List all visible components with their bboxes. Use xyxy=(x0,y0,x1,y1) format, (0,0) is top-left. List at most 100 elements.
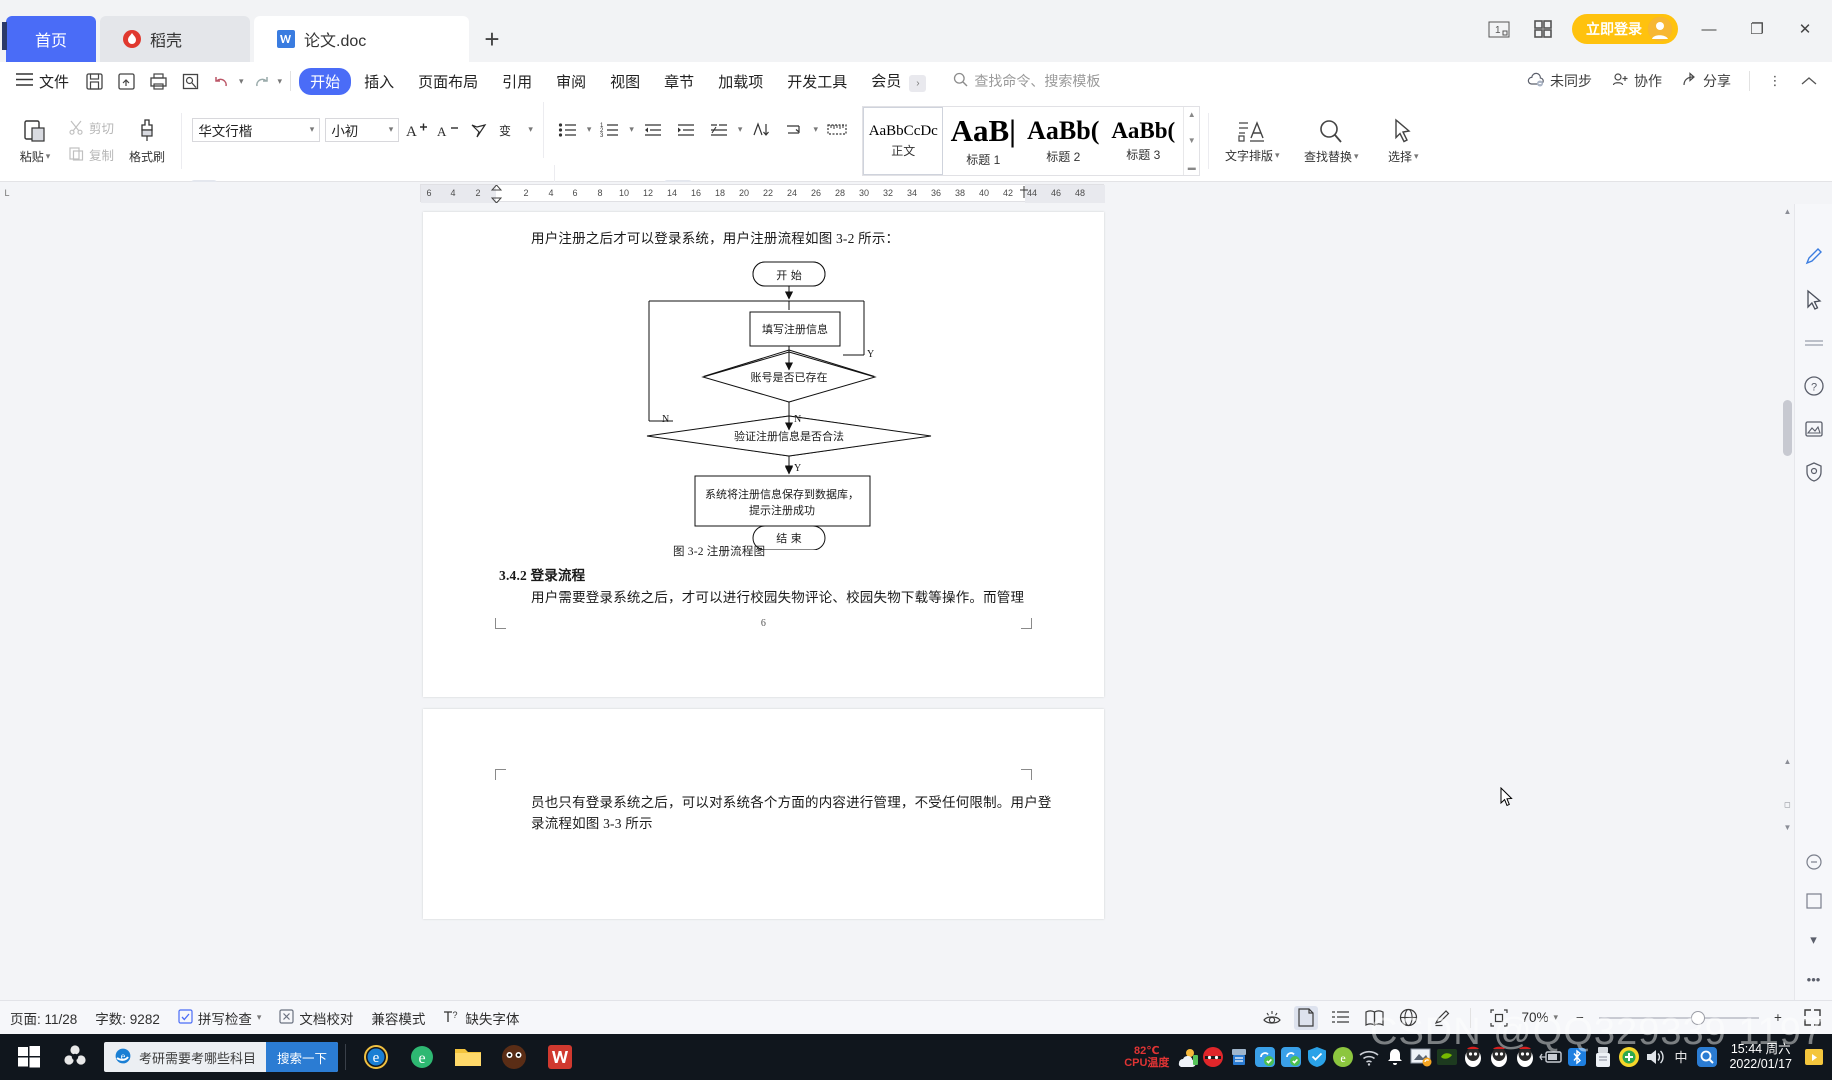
ninja-security-icon[interactable] xyxy=(1201,1045,1225,1069)
tab-document[interactable]: 论文.doc xyxy=(254,16,469,62)
outline-view-button[interactable] xyxy=(1328,1006,1352,1030)
bullet-caret[interactable]: ▾ xyxy=(587,124,592,135)
scroll-up-arrow-icon[interactable]: ▲ xyxy=(1782,206,1793,217)
zoom-slider[interactable]: − + xyxy=(1568,1006,1790,1030)
highlighter-pen-icon[interactable] xyxy=(1430,1006,1454,1030)
page-select-icon[interactable]: ◻ xyxy=(1782,799,1793,810)
menu-tab-section[interactable]: 章节 xyxy=(653,68,705,95)
cursor-select-icon[interactable] xyxy=(1801,287,1827,313)
more-options-icon[interactable]: ⋮ xyxy=(1760,67,1790,95)
taskbar-wps-app[interactable] xyxy=(537,1034,583,1080)
paste-button[interactable]: 粘贴 ▾ xyxy=(6,104,64,178)
find-replace-caret[interactable]: ▾ xyxy=(1354,151,1359,162)
menu-tab-start[interactable]: 开始 xyxy=(299,67,352,95)
typography-caret[interactable]: ▾ xyxy=(1275,150,1280,161)
wifi-icon[interactable] xyxy=(1357,1045,1381,1069)
next-page-icon[interactable]: ▼ xyxy=(1782,822,1793,833)
increase-font-size-button[interactable]: A xyxy=(404,117,430,143)
panel-toggle-icon[interactable] xyxy=(1801,888,1827,914)
style-gallery-more-icon[interactable]: ▬ xyxy=(1188,163,1196,172)
zoom-knob[interactable] xyxy=(1691,1010,1705,1025)
usb-tool-icon[interactable] xyxy=(1227,1045,1251,1069)
taskbar-search-box[interactable]: e 考研需要考哪些科目 搜索一下 xyxy=(104,1042,339,1072)
spellcheck-caret[interactable]: ▾ xyxy=(257,1012,262,1023)
horizontal-ruler[interactable]: 6 4 2 2 4 6 8 10 12 14 16 18 20 22 24 26… xyxy=(420,184,1105,203)
zoom-track[interactable] xyxy=(1599,1010,1759,1025)
taskbar-search-field[interactable]: e 考研需要考哪些科目 xyxy=(104,1047,266,1068)
chevron-right-icon[interactable]: › xyxy=(909,75,927,92)
maximize-button[interactable]: ❐ xyxy=(1740,15,1774,43)
file-menu-button[interactable]: 文件 xyxy=(8,71,77,92)
antivirus-icon[interactable] xyxy=(1617,1045,1641,1069)
copy-button[interactable]: 复制 xyxy=(64,143,118,166)
tencent-pc-manager-icon[interactable] xyxy=(1305,1045,1329,1069)
save-as-icon[interactable] xyxy=(111,67,141,95)
focus-eye-icon[interactable] xyxy=(1260,1006,1284,1030)
volume-icon[interactable] xyxy=(1643,1045,1667,1069)
cpu-temperature-widget[interactable]: 82℃ CPU温度 xyxy=(1124,1045,1173,1069)
cut-button[interactable]: 剪切 xyxy=(64,116,118,139)
decrease-indent-button[interactable] xyxy=(639,117,667,143)
sync-status[interactable]: 未同步 xyxy=(1519,71,1600,91)
style-item-heading-1[interactable]: AaB| 标题 1 xyxy=(943,107,1023,175)
scrollbar-thumb[interactable] xyxy=(1783,400,1792,456)
start-button[interactable] xyxy=(6,1034,52,1080)
fit-page-icon[interactable] xyxy=(1487,1006,1511,1030)
collaborate-button[interactable]: 协作 xyxy=(1604,71,1670,91)
menu-tab-references[interactable]: 引用 xyxy=(491,68,543,95)
menu-tab-addins[interactable]: 加载项 xyxy=(707,68,774,95)
undo-dropdown-caret[interactable]: ▾ xyxy=(239,76,244,87)
font-size-select[interactable]: 小初 ▾ xyxy=(325,117,400,142)
proofread-button[interactable]: 文档校对 xyxy=(279,1008,353,1028)
minimize-button[interactable]: — xyxy=(1692,15,1726,43)
sort-button[interactable] xyxy=(747,117,775,143)
style-item-normal[interactable]: AaBbCcDc 正文 xyxy=(863,106,944,175)
taskbar-search-button[interactable]: 搜索一下 xyxy=(266,1042,339,1072)
zoom-level[interactable]: 70% ▾ xyxy=(1521,1010,1558,1025)
missing-font-indicator[interactable]: ? 缺失字体 xyxy=(443,1008,519,1028)
zoom-caret[interactable]: ▾ xyxy=(1553,1012,1558,1023)
font-name-select[interactable]: 华文行楷 ▾ xyxy=(192,117,321,142)
notification-bell-icon[interactable] xyxy=(1383,1045,1407,1069)
qq-icon-2[interactable] xyxy=(1487,1045,1511,1069)
grid-view-icon[interactable] xyxy=(1528,15,1558,43)
login-button[interactable]: 立即登录 xyxy=(1572,14,1678,44)
taskbar-ie-app[interactable]: e xyxy=(353,1034,399,1080)
bluetooth-icon[interactable] xyxy=(1565,1045,1589,1069)
new-tab-button[interactable]: + xyxy=(469,16,515,62)
cortana-search-icon[interactable] xyxy=(52,1034,98,1080)
sogou-input-icon[interactable] xyxy=(1695,1045,1719,1069)
pinyin-caret[interactable]: ▾ xyxy=(528,124,533,135)
menu-tab-view[interactable]: 视图 xyxy=(599,68,651,95)
collapse-ribbon-icon[interactable] xyxy=(1794,67,1824,95)
indent-marker-icon[interactable] xyxy=(491,194,502,203)
paste-caret[interactable]: ▾ xyxy=(46,151,51,162)
style-item-heading-2[interactable]: AaBb( 标题 2 xyxy=(1023,107,1103,175)
menu-tab-page-layout[interactable]: 页面布局 xyxy=(407,68,489,95)
green-browser-icon[interactable]: e xyxy=(1331,1045,1355,1069)
ime-indicator[interactable]: 中 xyxy=(1669,1045,1693,1069)
menu-tab-member[interactable]: 会员 › xyxy=(860,67,937,95)
zoom-in-button[interactable]: + xyxy=(1766,1006,1790,1030)
clear-format-button[interactable] xyxy=(466,117,492,143)
menu-tab-review[interactable]: 审阅 xyxy=(545,68,597,95)
quick-access-more-caret[interactable]: ▾ xyxy=(278,76,283,87)
document-page-2[interactable]: 员也只有登录系统之后，可以对系统各个方面的内容进行管理，不受任何限制。用户登 录… xyxy=(423,709,1104,919)
taskbar-360-app[interactable] xyxy=(491,1034,537,1080)
menu-tab-developer[interactable]: 开发工具 xyxy=(776,68,858,95)
show-marks-button[interactable] xyxy=(780,117,808,143)
usb-drive-icon[interactable] xyxy=(1591,1045,1615,1069)
command-search[interactable]: 查找命令、搜索模板 xyxy=(953,71,1100,91)
pen-edit-icon[interactable] xyxy=(1801,244,1827,270)
decrease-font-size-button[interactable]: A xyxy=(435,117,461,143)
scroll-down-icon[interactable]: ▼ xyxy=(1188,136,1196,145)
print-layout-view-button[interactable] xyxy=(1294,1005,1319,1030)
previous-page-icon[interactable]: ▲ xyxy=(1782,756,1793,767)
tab-home[interactable]: 首页 xyxy=(6,16,96,62)
qq-icon-1[interactable] xyxy=(1461,1045,1485,1069)
format-painter-button[interactable]: 格式刷 xyxy=(118,104,176,178)
document-page-1[interactable]: 用户注册之后才可以登录系统，用户注册流程如图 3-2 所示： 开 始 填写注册信… xyxy=(423,212,1104,697)
pinyin-guide-button[interactable]: 变 xyxy=(497,117,523,143)
down-chevron-icon[interactable]: ▾ xyxy=(1801,927,1827,953)
zoom-out-button[interactable]: − xyxy=(1568,1006,1592,1030)
